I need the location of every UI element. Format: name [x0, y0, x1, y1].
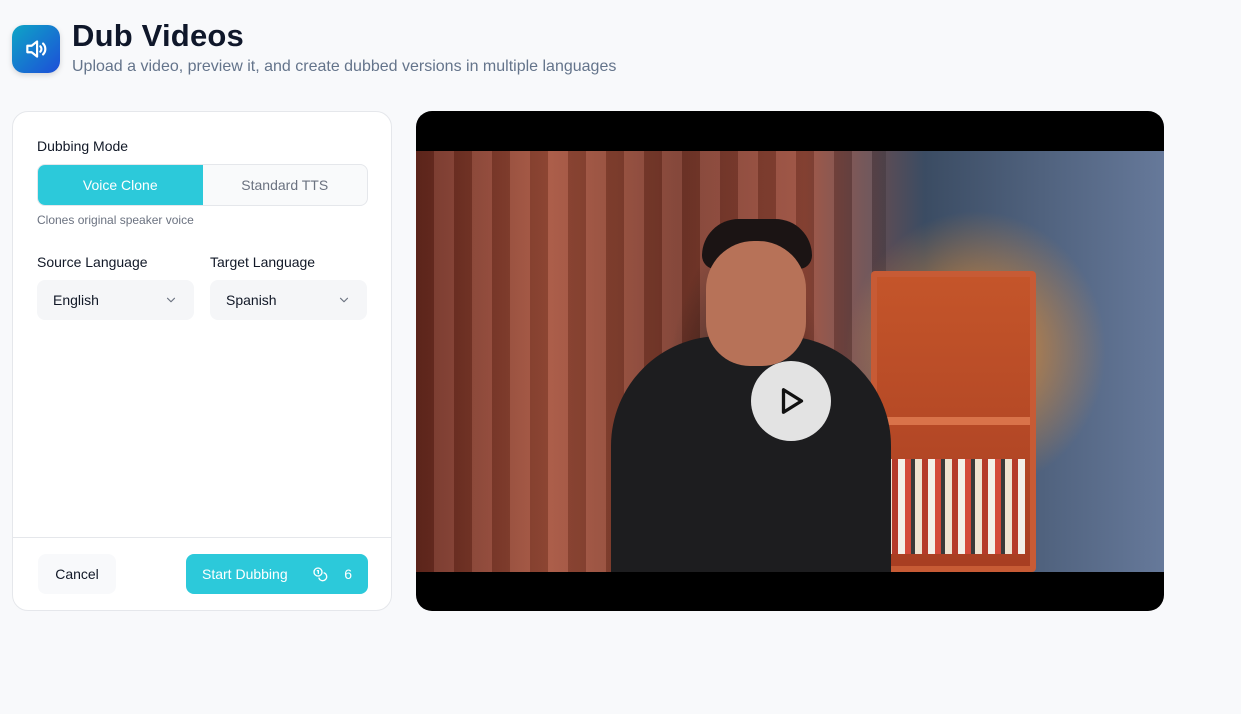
footer-divider [13, 537, 391, 538]
mode-standard-tts-button[interactable]: Standard TTS [203, 165, 368, 205]
video-background-shelf [871, 271, 1036, 572]
source-language-value: English [53, 292, 99, 308]
target-language-label: Target Language [210, 254, 316, 270]
dubbing-mode-label: Dubbing Mode [37, 138, 129, 154]
start-dubbing-button[interactable]: Start Dubbing 6 [186, 554, 368, 594]
source-language-label: Source Language [37, 254, 148, 270]
page-subtitle: Upload a video, preview it, and create d… [72, 58, 617, 75]
mode-voice-clone-button[interactable]: Voice Clone [38, 165, 203, 205]
dubbing-mode-toggle: Voice Clone Standard TTS [37, 164, 368, 206]
target-language-value: Spanish [226, 292, 277, 308]
shelf-board [877, 417, 1030, 425]
play-button[interactable] [751, 361, 831, 441]
speaker-icon [26, 40, 47, 58]
app-icon [12, 25, 60, 73]
play-icon [781, 388, 804, 414]
dubbing-settings-panel: Dubbing Mode Voice Clone Standard TTS Cl… [12, 111, 392, 611]
video-speaker-body [611, 336, 891, 572]
source-language-select[interactable]: English [37, 280, 194, 320]
video-speaker-head [706, 241, 806, 366]
chevron-down-icon [166, 297, 176, 303]
chevron-down-icon [339, 297, 349, 303]
target-language-select[interactable]: Spanish [210, 280, 367, 320]
mode-hint: Clones original speaker voice [37, 213, 194, 227]
coins-icon [313, 567, 328, 582]
start-dubbing-label: Start Dubbing [202, 566, 288, 582]
video-frame [416, 151, 1164, 572]
page-title: Dub Videos [72, 18, 244, 53]
cancel-button[interactable]: Cancel [38, 554, 116, 594]
credit-count: 6 [344, 566, 352, 582]
video-player[interactable] [416, 111, 1164, 611]
shelf-books [885, 459, 1025, 554]
